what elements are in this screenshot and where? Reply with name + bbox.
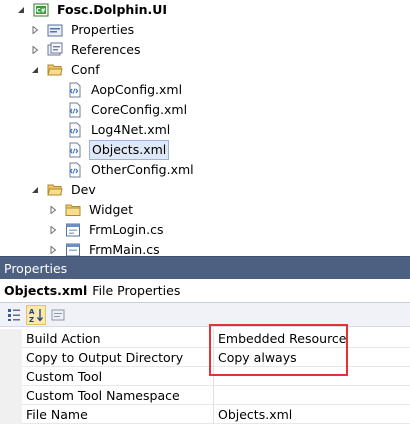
- alphabetical-sort-button[interactable]: A Z: [26, 304, 46, 325]
- tree-item-label: Log4Net.xml: [91, 122, 171, 137]
- tree-item-frmmain[interactable]: FrmMain.cs: [48, 240, 162, 256]
- tree-item-label: FrmLogin.cs: [89, 222, 164, 237]
- object-name: Objects.xml: [4, 283, 88, 298]
- tree-item-dev-folder[interactable]: Dev: [30, 180, 98, 200]
- properties-object-selector[interactable]: Objects.xml File Properties: [0, 279, 410, 303]
- tree-item-references[interactable]: References: [30, 40, 142, 60]
- property-name: Copy to Output Directory: [22, 347, 214, 367]
- tree-item-objects-selected[interactable]: Objects.xml: [67, 140, 170, 160]
- property-grid: Build Action Embedded Resource Copy to O…: [0, 328, 410, 424]
- expand-arrow-icon[interactable]: [30, 45, 40, 55]
- tree-item-label: OtherConfig.xml: [91, 162, 194, 177]
- property-value[interactable]: [214, 367, 410, 386]
- csharp-project-icon: C#: [33, 2, 49, 18]
- expand-arrow-icon[interactable]: [30, 25, 40, 35]
- property-row-build-action[interactable]: Build Action Embedded Resource: [0, 328, 410, 348]
- property-name: Custom Tool Namespace: [22, 385, 214, 405]
- object-type: File Properties: [92, 283, 181, 298]
- sort-az-icon: A Z: [29, 308, 43, 323]
- property-value[interactable]: Copy always: [214, 348, 410, 367]
- xml-file-icon: [67, 122, 83, 138]
- collapse-arrow-icon[interactable]: [30, 65, 40, 75]
- categorized-view-button[interactable]: [4, 305, 24, 325]
- properties-panel-title: Properties: [0, 256, 410, 279]
- tree-item-label: Conf: [71, 62, 100, 77]
- tree-item-label: Widget: [89, 202, 134, 217]
- tree-item-label: AopConfig.xml: [91, 82, 183, 97]
- properties-panel: Properties Objects.xml File Properties A…: [0, 256, 410, 431]
- tree-item-label: CoreConfig.xml: [91, 102, 188, 117]
- svg-text:Z: Z: [29, 316, 34, 323]
- property-pages-button[interactable]: [48, 305, 68, 325]
- property-row-copy-to-output[interactable]: Copy to Output Directory Copy always: [0, 347, 410, 367]
- tree-item-coreconfig[interactable]: CoreConfig.xml: [67, 100, 189, 120]
- property-name: Custom Tool: [22, 366, 214, 386]
- property-row-custom-tool[interactable]: Custom Tool: [0, 366, 410, 386]
- property-value[interactable]: Embedded Resource: [214, 329, 410, 348]
- svg-text:C#: C#: [36, 8, 45, 15]
- property-pages-icon: [51, 309, 65, 320]
- tree-item-log4net[interactable]: Log4Net.xml: [67, 120, 172, 140]
- tree-item-label: Objects.xml: [89, 140, 170, 160]
- collapse-arrow-icon[interactable]: [30, 185, 40, 195]
- tree-item-properties[interactable]: Properties: [30, 20, 136, 40]
- tree-item-otherconfig[interactable]: OtherConfig.xml: [67, 160, 196, 180]
- xml-file-icon: [67, 162, 83, 178]
- categorized-icon: [8, 308, 20, 321]
- tree-item-aopconfig[interactable]: AopConfig.xml: [67, 80, 184, 100]
- tree-item-label: References: [71, 42, 141, 57]
- xml-file-icon: [67, 142, 83, 158]
- tree-item-conf-folder[interactable]: Conf: [30, 60, 102, 80]
- property-name: Build Action: [22, 328, 214, 348]
- project-label: Fosc.Dolphin.UI: [57, 2, 168, 17]
- collapse-arrow-icon[interactable]: [16, 5, 26, 15]
- folder-icon: [65, 202, 81, 218]
- property-row-file-name[interactable]: File Name Objects.xml: [0, 404, 410, 424]
- svg-text:A: A: [29, 308, 35, 316]
- property-row-custom-tool-namespace[interactable]: Custom Tool Namespace: [0, 385, 410, 405]
- property-name: File Name: [22, 404, 214, 424]
- expand-arrow-icon[interactable]: [48, 225, 58, 235]
- tree-item-label: FrmMain.cs: [89, 242, 160, 256]
- properties-folder-icon: [47, 22, 63, 38]
- tree-item-frmlogin[interactable]: FrmLogin.cs: [48, 220, 165, 240]
- tree-item-project[interactable]: C# Fosc.Dolphin.UI: [16, 0, 169, 20]
- tree-item-label: Dev: [71, 182, 96, 197]
- references-icon: [47, 42, 63, 58]
- form-file-icon: [65, 222, 81, 238]
- expand-arrow-icon[interactable]: [48, 245, 58, 255]
- tree-item-widget-folder[interactable]: Widget: [48, 200, 135, 220]
- property-value[interactable]: Objects.xml: [214, 405, 410, 424]
- folder-open-icon: [47, 62, 63, 78]
- tree-item-label: Properties: [71, 22, 135, 37]
- xml-file-icon: [67, 82, 83, 98]
- xml-file-icon: [67, 102, 83, 118]
- properties-toolbar: A Z: [0, 303, 410, 327]
- form-file-icon: [65, 242, 81, 256]
- expand-arrow-icon[interactable]: [48, 205, 58, 215]
- folder-open-icon: [47, 182, 63, 198]
- property-value[interactable]: [214, 386, 410, 405]
- solution-explorer-tree: C# Fosc.Dolphin.UI Properties References…: [0, 0, 410, 256]
